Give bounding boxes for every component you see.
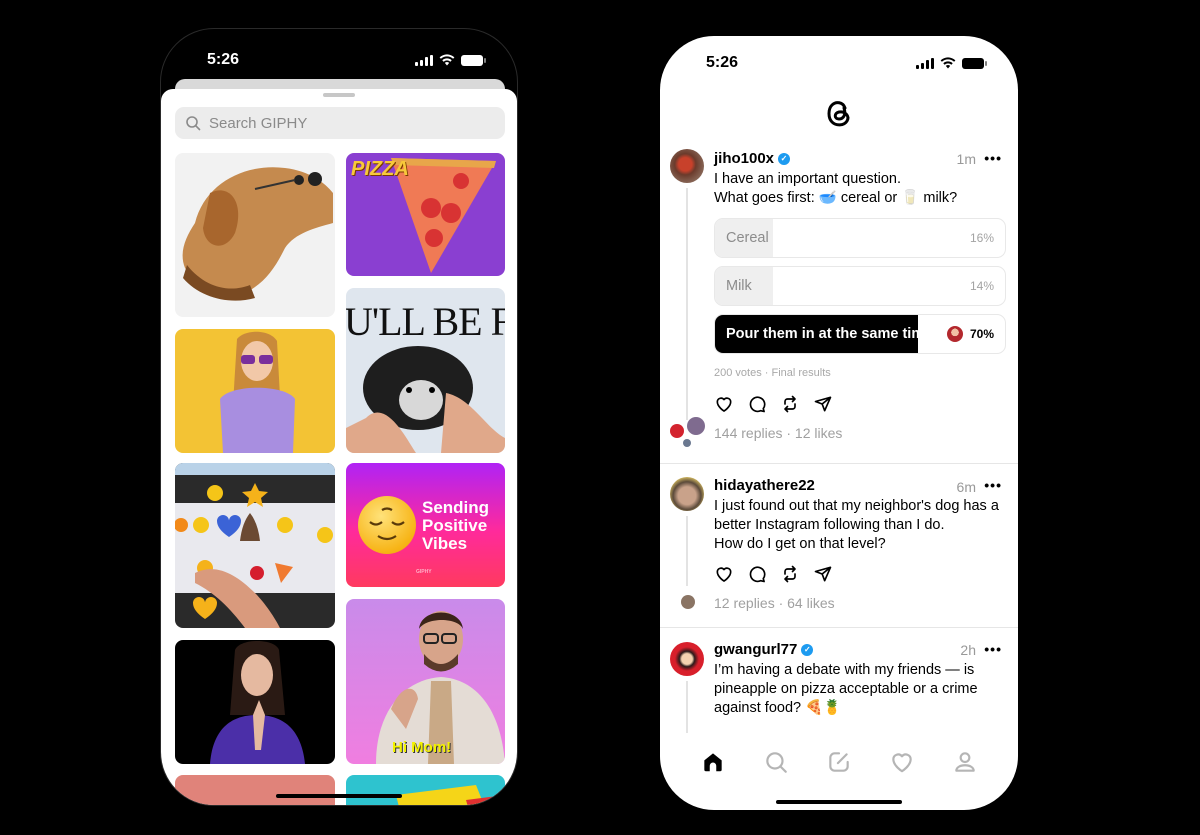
reply-avatar (687, 417, 705, 435)
post-time: 2h (960, 642, 976, 658)
tab-search[interactable] (756, 742, 796, 782)
post-text: I have an important question. What goes … (714, 171, 958, 206)
home-indicator (776, 800, 902, 804)
reply-avatar (683, 439, 691, 447)
emoji-face-features (369, 507, 405, 541)
post-actions (714, 394, 833, 414)
tab-compose[interactable] (819, 742, 859, 782)
post-stats[interactable]: 144 replies · 12 likes (714, 425, 842, 441)
girl-illustration (220, 331, 295, 453)
poll-option-cereal[interactable]: Cereal 16% (714, 218, 1006, 258)
tab-home[interactable] (693, 742, 733, 782)
verified-badge-icon: ✓ (778, 152, 791, 165)
post-username[interactable]: jiho100x ✓ (714, 150, 791, 167)
gif-dog-sunglasses[interactable] (175, 153, 335, 317)
reply-avatar (681, 595, 695, 609)
wifi-icon (940, 57, 956, 69)
search-icon (186, 116, 201, 131)
gif-emoji-toys[interactable] (175, 463, 335, 628)
gif-sending-positive-vibes[interactable]: Sending Positive Vibes GIPHY (346, 463, 505, 587)
poll-summary: 200 votes · Final results (714, 367, 831, 379)
emoji-toys-illustration (175, 463, 335, 628)
profile-icon (954, 752, 975, 772)
gif-partial-bottom-left[interactable] (175, 775, 335, 805)
colorful-illustration (396, 785, 505, 805)
status-bar: 5:26 (660, 38, 1018, 88)
thread-line (686, 188, 688, 420)
gif-caption: Sending Positive Vibes (422, 498, 490, 553)
cellular-signal-icon (415, 54, 433, 66)
status-bar: 5:26 (161, 35, 517, 85)
post-username[interactable]: gwangurl77 ✓ (714, 641, 814, 658)
gif-pomeranian[interactable]: U'LL BE FI (346, 288, 505, 453)
voter-avatar (947, 326, 963, 342)
repost-icon[interactable] (780, 394, 800, 414)
compose-icon (829, 752, 849, 772)
cellular-signal-icon (916, 57, 934, 69)
like-heart-icon[interactable] (714, 564, 734, 584)
bottom-tab-bar (660, 742, 1018, 782)
avatar[interactable] (670, 149, 704, 183)
more-options-button[interactable]: ••• (984, 641, 1002, 657)
post-stats[interactable]: 12 replies · 64 likes (714, 595, 835, 611)
threads-logo-icon[interactable] (823, 96, 855, 130)
status-time: 5:26 (706, 54, 739, 71)
avatar[interactable] (670, 477, 704, 511)
woman-illustration (210, 641, 305, 764)
giphy-watermark: GIPHY (416, 569, 432, 575)
battery-icon (461, 54, 486, 66)
reply-comment-icon[interactable] (747, 394, 767, 414)
post-divider (660, 463, 1018, 464)
share-send-icon[interactable] (813, 394, 833, 414)
more-options-button[interactable]: ••• (984, 150, 1002, 166)
giphy-phone: 5:26 Search GIPHY PIZZA U'LL BE Sending … (160, 28, 518, 806)
post-actions (714, 564, 833, 584)
post-username[interactable]: hidayathere22 (714, 477, 815, 494)
poll-option-milk[interactable]: Milk 14% (714, 266, 1006, 306)
post-divider (660, 627, 1018, 628)
avatar[interactable] (670, 642, 704, 676)
heart-icon (892, 753, 912, 773)
dog-illustration (182, 167, 333, 301)
gif-partial-bottom-right[interactable] (346, 775, 505, 805)
search-placeholder: Search GIPHY (209, 114, 308, 132)
reply-avatar (670, 424, 684, 438)
gif-girl-sunglasses[interactable] (175, 329, 335, 453)
status-time: 5:26 (207, 51, 240, 68)
gif-caption: Hi Mom! (392, 739, 452, 756)
poll-option-same-time[interactable]: Pour them in at the same time 70% (714, 314, 1006, 354)
battery-icon (962, 57, 987, 69)
repost-icon[interactable] (780, 564, 800, 584)
more-options-button[interactable]: ••• (984, 477, 1002, 493)
gif-pizza[interactable]: PIZZA (346, 153, 505, 276)
post-text: I just found out that my neighbor's dog … (714, 498, 999, 552)
post-text: I’m having a debate with my friends — is… (714, 662, 978, 716)
search-icon (766, 752, 788, 773)
giphy-search-input[interactable]: Search GIPHY (175, 107, 505, 139)
tab-profile[interactable] (945, 742, 985, 782)
tab-activity[interactable] (882, 742, 922, 782)
post-time: 1m (956, 151, 976, 167)
wifi-icon (439, 54, 455, 66)
home-indicator (276, 794, 402, 798)
home-icon (704, 753, 723, 772)
pomeranian-illustration (346, 346, 505, 453)
reply-comment-icon[interactable] (747, 564, 767, 584)
gif-caption: PIZZA (351, 158, 409, 180)
sheet-grabber[interactable] (323, 93, 355, 97)
share-send-icon[interactable] (813, 564, 833, 584)
gif-hi-mom[interactable]: Hi Mom! (346, 599, 505, 764)
verified-badge-icon: ✓ (801, 643, 814, 656)
threads-phone: 5:26 jiho100x ✓ 1m ••• I have an importa… (660, 36, 1018, 810)
thread-line (686, 516, 688, 586)
like-heart-icon[interactable] (714, 394, 734, 414)
giphy-sheet: Search GIPHY PIZZA U'LL BE Sending Posit… (161, 89, 517, 805)
gif-woman-clapping[interactable] (175, 640, 335, 764)
thread-line (686, 681, 688, 733)
post-time: 6m (956, 479, 976, 495)
